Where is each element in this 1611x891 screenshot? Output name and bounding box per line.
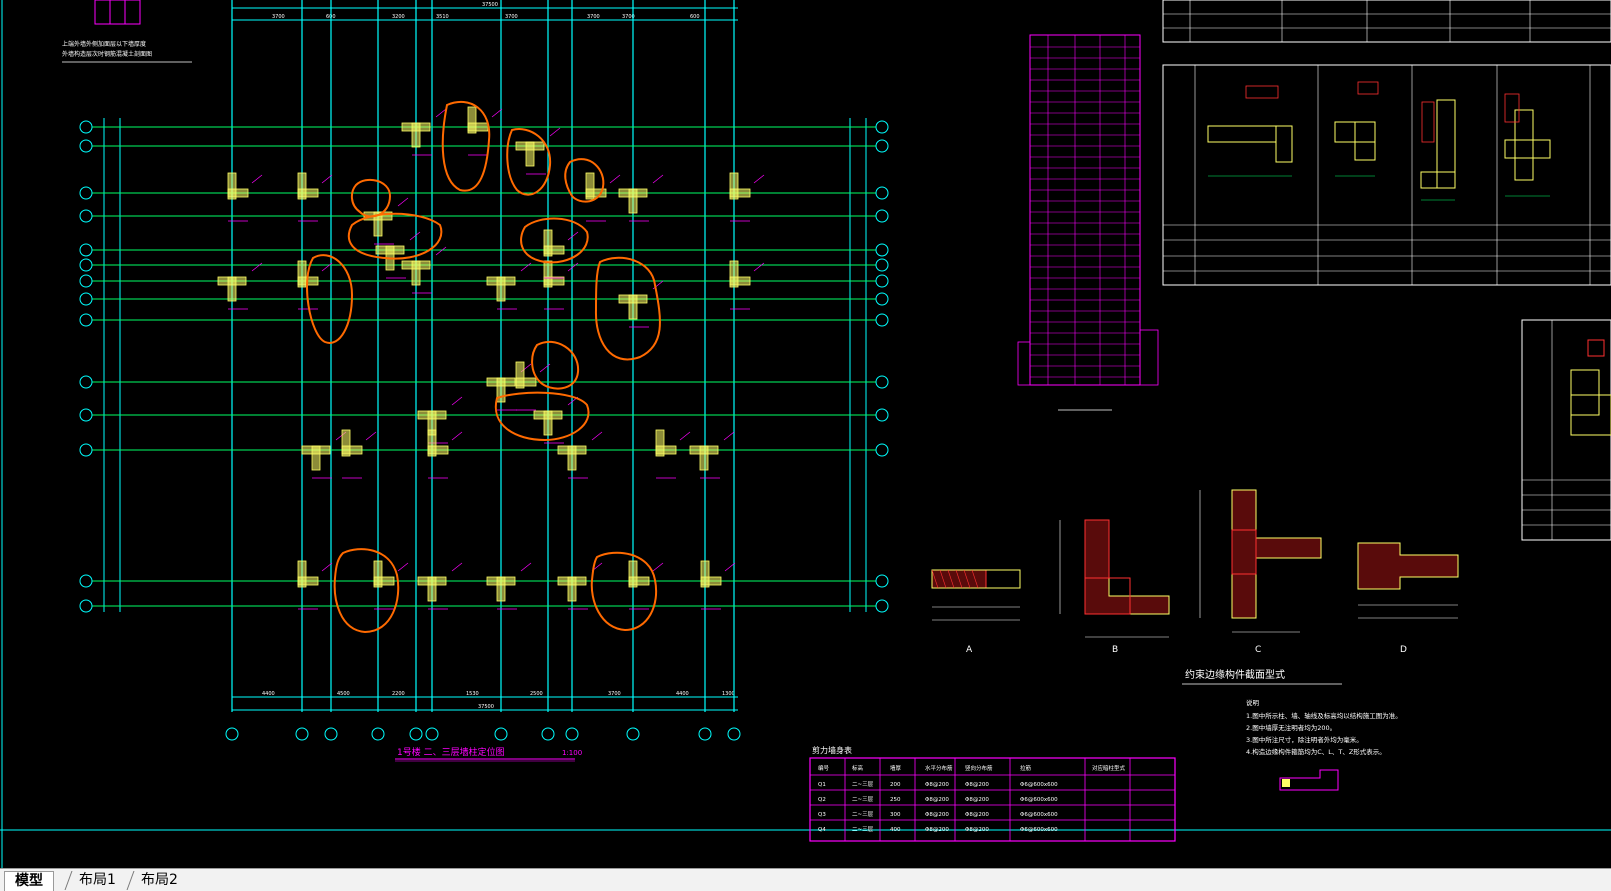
wall-table-header: 墙厚	[890, 764, 902, 772]
tab-layout-1[interactable]: 布局1	[64, 871, 130, 890]
wall-table-cell: Q1	[818, 782, 826, 788]
wall-table-cell: Φ8@200	[925, 812, 949, 818]
svg-text:4400: 4400	[262, 691, 275, 697]
tab-model[interactable]: 模型	[4, 871, 54, 891]
wall-table-cell: 二~三层	[852, 781, 874, 788]
svg-text:3700: 3700	[505, 14, 518, 20]
wall-table-cell: 二~三层	[852, 796, 874, 803]
wall-table-cell: 二~三层	[852, 826, 874, 833]
top-note-line1: 上端外墙外侧加面层以下墙厚度	[62, 40, 146, 48]
svg-text:4400: 4400	[676, 691, 689, 697]
wall-table-cell: Q4	[818, 827, 826, 833]
wall-table-header: 对应暗柱型式	[1092, 764, 1126, 772]
note-1: 1.图中所示柱、墙、轴线及标高均以结构施工图为准。	[1246, 711, 1402, 720]
wall-table-header: 编号	[818, 764, 830, 772]
wall-table-cell: Φ8@200	[925, 827, 949, 833]
wall-table-cell: Q3	[818, 812, 826, 818]
section-label-a: A	[966, 645, 973, 655]
wall-table-cell: 200	[890, 782, 901, 788]
section-label-b: B	[1112, 645, 1118, 655]
wall-table-cell: 300	[890, 812, 901, 818]
wall-table-cell: 400	[890, 827, 901, 833]
wall-table-header: 标高	[852, 764, 864, 772]
wall-table-cell: Φ8@200	[925, 797, 949, 803]
wall-table-header: 水平分布筋	[925, 764, 953, 772]
svg-text:2200: 2200	[392, 691, 405, 697]
svg-text:3700: 3700	[272, 14, 285, 20]
svg-text:1300: 1300	[722, 691, 735, 697]
svg-text:37500: 37500	[482, 2, 498, 8]
note-4: 4.构造边缘构件箍筋均为C、L、T、Z形式表示。	[1246, 747, 1386, 756]
wall-table-cell: 250	[890, 797, 901, 803]
layout-tab-bar: 模型 布局1 布局2	[0, 868, 1611, 891]
wall-table-title: 剪力墙身表	[812, 745, 852, 755]
wall-table-cell: Q2	[818, 797, 826, 803]
wall-table-cell: Φ8@200	[965, 782, 989, 788]
wall-table-cell: Φ8@200	[965, 827, 989, 833]
note-3: 3.图中所注尺寸，除注明者外均为毫米。	[1246, 735, 1363, 744]
wall-table-cell: Φ6@600x600	[1020, 782, 1058, 788]
svg-text:600: 600	[690, 14, 700, 20]
notes-title: 说明	[1246, 698, 1260, 707]
wall-table-header: 拉筋	[1020, 764, 1032, 772]
section-label-d: D	[1400, 645, 1407, 655]
svg-text:4500: 4500	[337, 691, 350, 697]
wall-table-cell: Φ8@200	[925, 782, 949, 788]
note-2: 2.图中墙厚无注明者均为200。	[1246, 723, 1336, 732]
svg-text:37500: 37500	[478, 704, 494, 710]
plan-scale: 1:100	[562, 749, 582, 757]
cad-drawing-canvas[interactable]: 375003700600 320035103700 37003700600 44…	[0, 0, 1611, 868]
wall-table-cell: 二~三层	[852, 811, 874, 818]
section-label-c: C	[1255, 645, 1261, 655]
svg-text:2500: 2500	[530, 691, 543, 697]
wall-table-cell: Φ6@600x600	[1020, 797, 1058, 803]
wall-table-cell: Φ8@200	[965, 797, 989, 803]
wall-table-cell: Φ8@200	[965, 812, 989, 818]
svg-text:3700: 3700	[587, 14, 600, 20]
svg-text:1530: 1530	[466, 691, 479, 697]
wall-table-header: 竖向分布筋	[965, 764, 993, 772]
top-note-line2: 外墙构造层次时钢筋混凝土剖面图	[62, 50, 152, 58]
svg-text:3700: 3700	[608, 691, 621, 697]
wall-table-cell: Φ6@600x600	[1020, 812, 1058, 818]
svg-text:3200: 3200	[392, 14, 405, 20]
plan-title: 1号楼 二、三层墙柱定位图	[397, 746, 505, 758]
svg-text:3510: 3510	[436, 14, 449, 20]
wall-table-cell: Φ6@600x600	[1020, 827, 1058, 833]
tab-layout-2[interactable]: 布局2	[126, 871, 192, 890]
section-caption: 约束边缘构件截面型式	[1185, 668, 1285, 681]
